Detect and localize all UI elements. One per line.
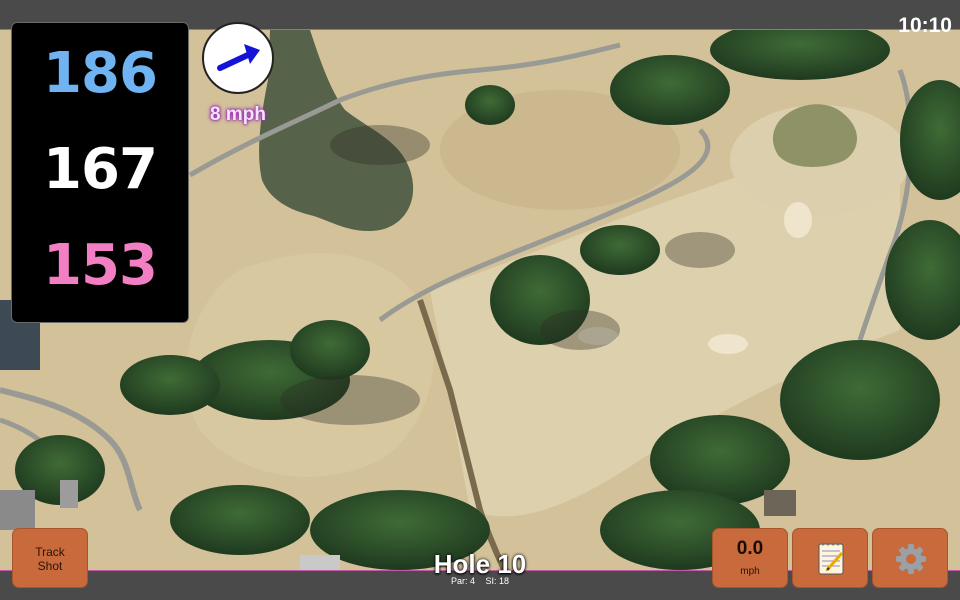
track-shot-label-line1: Track	[35, 545, 65, 559]
speed-value: 0.0	[736, 538, 764, 559]
clock-time: 10:10	[898, 14, 952, 37]
track-shot-label-line2: Shot	[37, 559, 63, 573]
middle-distance: 167	[43, 137, 158, 202]
back-distance: 186	[43, 41, 158, 106]
speed-unit: mph	[740, 566, 760, 577]
settings-button[interactable]	[872, 528, 948, 588]
front-distance: 153	[43, 233, 158, 298]
hole-stroke-index: SI: 18	[485, 576, 510, 586]
wind-speed: 8 mph	[210, 104, 266, 125]
speed-button[interactable]: 0.0 mph	[712, 528, 788, 588]
wind-indicator	[202, 22, 274, 94]
gear-icon	[896, 544, 926, 574]
wind-direction-arrow-icon	[217, 44, 260, 71]
yardage-panel: 186 167 153	[11, 22, 189, 323]
hole-par: Par: 4	[450, 576, 475, 586]
hole-info: Par: 4 SI: 18	[380, 576, 580, 586]
track-shot-button[interactable]: Track Shot	[12, 528, 88, 588]
notes-button[interactable]	[792, 528, 868, 588]
notepad-icon	[818, 542, 844, 575]
